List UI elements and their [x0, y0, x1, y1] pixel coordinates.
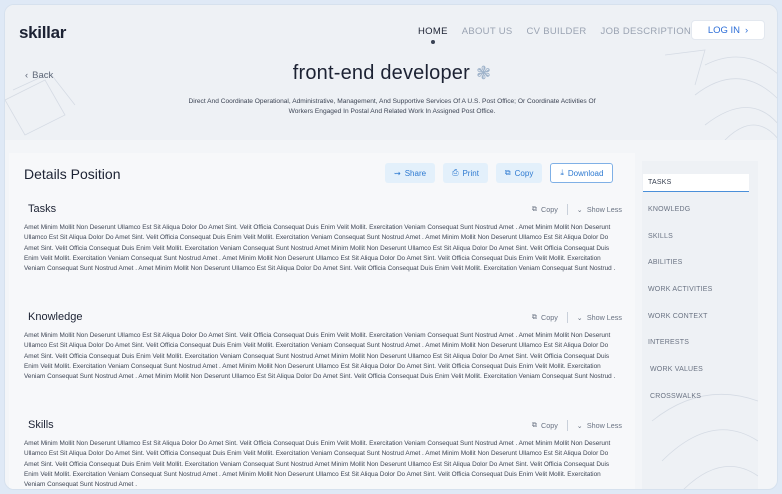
toggle-label: Show Less — [586, 312, 622, 322]
copy-icon: ⧉ — [531, 204, 538, 213]
section-toggle-button[interactable]: ⌄ Show Less — [577, 421, 622, 430]
copy-icon: ⧉ — [504, 168, 511, 177]
section-copy-button[interactable]: ⧉ Copy — [532, 420, 558, 430]
sidebar-item-abilities[interactable]: ABILITIES — [648, 259, 682, 266]
section-body: Amet Minim Mollit Non Deserunt Ullamco E… — [24, 224, 616, 273]
section-body: Amet Minim Mollit Non Deserunt Ullamco E… — [24, 440, 611, 489]
divider — [566, 311, 568, 323]
sidebar-item-knowledge[interactable]: KNOWLEDG — [648, 206, 690, 213]
section-body: Amet Minim Mollit Non Deserunt Ullamco E… — [24, 332, 616, 381]
divider — [566, 203, 568, 215]
section-title: Tasks — [28, 203, 57, 215]
section-knowledge: Knowledge ⧉ Copy ⌄ Show Less Amet Minim Mo… — [24, 308, 622, 382]
page-title: front-end developer ❃ — [5, 62, 777, 85]
sparkle-icon: ❃ — [475, 63, 492, 83]
page-title-text: front-end developer — [292, 62, 470, 84]
toggle-label: Show Less — [586, 420, 622, 430]
section-toggle-button[interactable]: ⌄ Show Less — [577, 313, 622, 322]
share-icon: ⇝ — [394, 168, 401, 178]
sidebar-item-tasks[interactable]: TASKS — [643, 174, 749, 192]
chevron-right-icon: › — [745, 24, 749, 36]
section-copy-button[interactable]: ⧉ Copy — [532, 312, 558, 322]
download-button[interactable]: ⤓ Download — [550, 163, 614, 183]
section-header: Knowledge ⧉ Copy ⌄ Show Less — [24, 308, 622, 326]
section-copy-button[interactable]: ⧉ Copy — [532, 204, 558, 214]
section-controls: ⧉ Copy ⌄ Show Less — [532, 311, 622, 323]
section-header: Tasks ⧉ Copy ⌄ Show Less — [24, 200, 622, 218]
chevron-down-icon: ⌄ — [576, 312, 583, 322]
decorative-lines — [651, 393, 758, 489]
sidebar-item-skills[interactable]: SKILLS — [648, 233, 673, 240]
hero-banner: skillar HOME ABOUT US CV BUILDER JOB DES… — [5, 5, 777, 140]
copy-button[interactable]: ⧉ Copy — [495, 163, 543, 183]
copy-icon: ⧉ — [531, 420, 538, 429]
section-toggle-button[interactable]: ⌄ Show Less — [577, 205, 622, 214]
sidebar-item-work-values[interactable]: WORK VALUES — [650, 366, 703, 373]
nav-home[interactable]: HOME — [418, 26, 448, 44]
sidebar-item-interests[interactable]: INTERESTS — [648, 339, 689, 346]
nav-about-us[interactable]: ABOUT US — [462, 26, 513, 37]
share-label: Share — [404, 168, 427, 178]
section-header: Skills ⧉ Copy ⌄ Show Less — [24, 416, 622, 434]
section-tasks: Tasks ⧉ Copy ⌄ Show Less Amet Minim Mollit… — [24, 200, 622, 274]
chevron-down-icon: ⌄ — [576, 420, 583, 430]
copy-icon: ⧉ — [531, 312, 538, 321]
section-title: Knowledge — [28, 311, 83, 323]
copy-label: Copy — [541, 312, 558, 322]
top-nav: HOME ABOUT US CV BUILDER JOB DESCRIPTION — [418, 26, 692, 44]
sidebar-item-crosswalks[interactable]: CROSSWALKS — [650, 393, 701, 400]
section-sidebar: TASKS KNOWLEDG SKILLS ABILITIES WORK ACT… — [642, 161, 758, 489]
sidebar-item-work-activities[interactable]: WORK ACTIVITIES — [648, 286, 712, 293]
nav-cv-builder[interactable]: CV BUILDER — [527, 26, 587, 37]
share-button[interactable]: ⇝ Share — [385, 163, 436, 183]
divider — [566, 419, 568, 431]
active-indicator — [430, 40, 435, 44]
section-skills: Skills ⧉ Copy ⌄ Show Less Amet Minim Molli… — [24, 416, 622, 489]
login-button[interactable]: LOG IN › — [691, 20, 765, 40]
section-title: Skills — [28, 419, 54, 431]
copy-label: Copy — [514, 168, 534, 178]
section-controls: ⧉ Copy ⌄ Show Less — [532, 203, 622, 215]
sidebar-item-work-context[interactable]: WORK CONTEXT — [648, 313, 708, 320]
login-label: LOG IN — [707, 24, 741, 36]
details-title: Details Position — [24, 166, 121, 182]
printer-icon: ⎙ — [452, 168, 459, 177]
copy-label: Copy — [541, 420, 558, 430]
app-window: skillar HOME ABOUT US CV BUILDER JOB DES… — [4, 4, 778, 490]
details-panel: Details Position ⇝ Share ⎙ Print ⧉ Copy … — [9, 153, 635, 489]
download-label: Download — [567, 168, 604, 178]
details-actions: ⇝ Share ⎙ Print ⧉ Copy ⤓ Download — [385, 163, 614, 183]
toggle-label: Show Less — [586, 204, 622, 214]
page-subtitle: Direct And Coordinate Operational, Admin… — [188, 98, 596, 115]
print-button[interactable]: ⎙ Print — [443, 163, 488, 183]
nav-job-description[interactable]: JOB DESCRIPTION — [601, 26, 692, 37]
brand-logo[interactable]: skillar — [19, 23, 66, 43]
section-controls: ⧉ Copy ⌄ Show Less — [532, 419, 622, 431]
download-icon: ⤓ — [560, 168, 564, 177]
chevron-down-icon: ⌄ — [576, 204, 583, 214]
copy-label: Copy — [541, 204, 558, 214]
print-label: Print — [462, 168, 479, 178]
